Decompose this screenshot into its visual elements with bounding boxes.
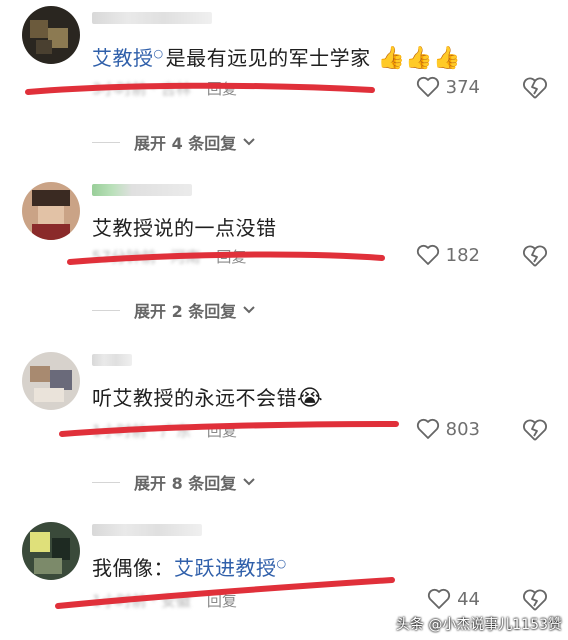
reply-button[interactable]: 回复 [216, 248, 246, 266]
like-button[interactable]: 803 [416, 418, 480, 440]
like-count: 803 [445, 418, 480, 440]
like-button[interactable]: 182 [416, 244, 480, 266]
divider [92, 481, 120, 483]
reply-button[interactable]: 回复 [207, 592, 237, 610]
comment-meta: 57分钟前 · 河南 回复 [92, 246, 246, 267]
chevron-down-icon [243, 138, 255, 146]
search-mention-icon: ○ [153, 47, 164, 61]
like-button[interactable]: 374 [416, 76, 480, 98]
chevron-down-icon [243, 478, 255, 486]
timestamp-location: 3小时前 · 吉林 [92, 80, 191, 98]
like-count: 374 [445, 76, 480, 98]
broken-heart-icon[interactable] [522, 588, 548, 612]
avatar[interactable] [22, 182, 80, 240]
timestamp-location: 1小时前 · 安徽 [92, 592, 191, 610]
username-blurred[interactable] [92, 184, 192, 196]
heart-outline-icon [416, 244, 439, 265]
comment-text: 听艾教授的永远不会错😭 [92, 386, 324, 411]
like-count: 44 [457, 588, 480, 610]
comment-text: 艾教授○ 是最有远见的军士学家 👍👍👍 [92, 46, 462, 71]
broken-heart-icon[interactable] [522, 244, 548, 268]
divider [92, 141, 120, 143]
crying-face-icon: 😭 [297, 386, 324, 411]
timestamp-location: 57分钟前 · 河南 [92, 248, 201, 266]
reply-button[interactable]: 回复 [207, 422, 237, 440]
heart-outline-icon [428, 588, 451, 609]
divider [92, 309, 120, 311]
expand-label: 展开 2 条回复 [134, 302, 237, 321]
broken-heart-icon[interactable] [522, 418, 548, 442]
comment-meta: 1小时前 · 安徽 回复 [92, 590, 237, 611]
chevron-down-icon [243, 306, 255, 314]
expand-label: 展开 8 条回复 [134, 474, 237, 493]
expand-replies-button[interactable]: 展开 2 条回复 [92, 298, 256, 322]
comment-text: 我偶像：艾跃进教授○ [92, 556, 287, 580]
mention-link[interactable]: 艾跃进教授 [174, 556, 277, 580]
username-blurred[interactable] [92, 524, 202, 536]
expand-label: 展开 4 条回复 [134, 134, 237, 153]
heart-outline-icon [416, 418, 439, 439]
heart-outline-icon [416, 76, 439, 97]
thumbs-up-icon: 👍👍👍 [377, 46, 462, 71]
mention-link[interactable]: 艾教授 [92, 46, 154, 70]
expand-replies-button[interactable]: 展开 4 条回复 [92, 130, 256, 154]
comment-2: 艾教授说的一点没错 57分钟前 · 河南 回复 182 展开 2 条回复 [0, 170, 568, 321]
comment-text: 艾教授说的一点没错 [92, 216, 277, 240]
avatar[interactable] [22, 6, 80, 64]
username-blurred[interactable] [92, 12, 212, 24]
broken-heart-icon[interactable] [522, 76, 548, 100]
expand-replies-button[interactable]: 展开 8 条回复 [92, 470, 256, 494]
like-count: 182 [445, 244, 480, 266]
avatar[interactable] [22, 352, 80, 410]
like-button[interactable]: 44 [427, 588, 480, 610]
comment-meta: 1小时前 · 广东 回复 [92, 420, 237, 441]
watermark: 头条 @小杰说事儿1153赞 [395, 617, 562, 633]
comment-3: 听艾教授的永远不会错😭 1小时前 · 广东 回复 803 展开 8 条回复 [0, 340, 568, 493]
search-mention-icon: ○ [276, 557, 287, 571]
timestamp-location: 1小时前 · 广东 [92, 422, 191, 440]
reply-button[interactable]: 回复 [207, 80, 237, 98]
username-blurred[interactable] [92, 354, 132, 366]
comment-meta: 3小时前 · 吉林 回复 [92, 78, 237, 99]
comment-1: 艾教授○ 是最有远见的军士学家 👍👍👍 3小时前 · 吉林 回复 374 展开 4 … [0, 0, 568, 153]
avatar[interactable] [22, 522, 80, 580]
